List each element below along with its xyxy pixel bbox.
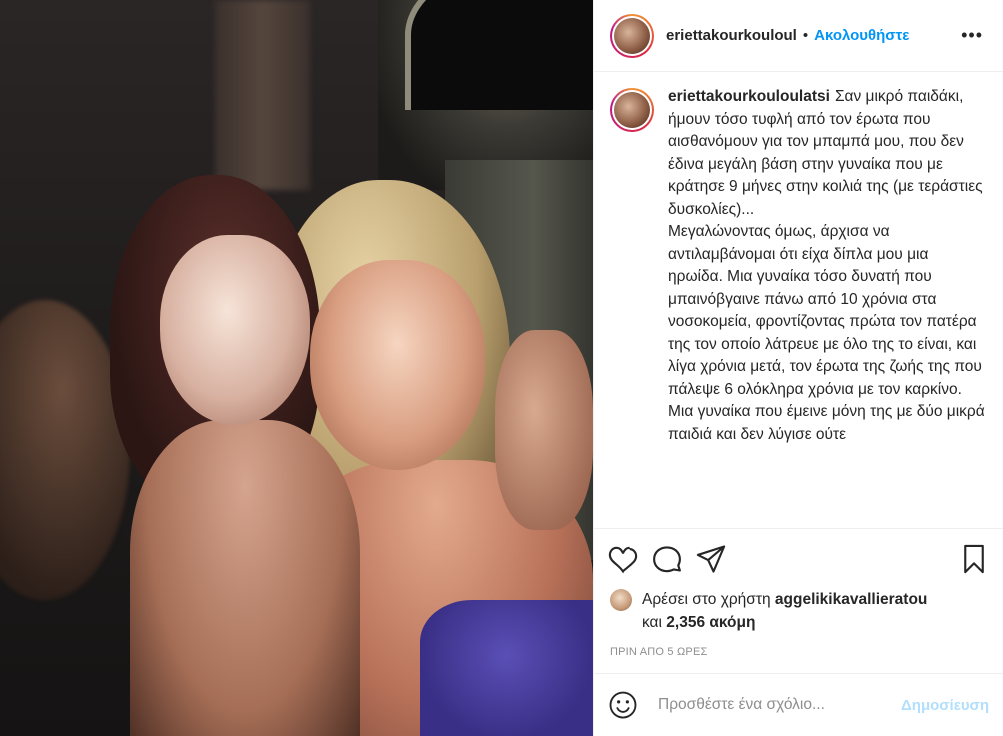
comment-icon[interactable] — [652, 544, 682, 574]
likes-and: και — [642, 614, 662, 631]
photo-woman-left-face — [160, 235, 310, 425]
caption-paragraph-1: Σαν μικρό παιδάκι, ήμουν τόσο τυφλή από … — [668, 88, 983, 218]
photo-purple-top — [420, 600, 593, 736]
photo-hugging-arm — [495, 330, 593, 530]
likes-prefix: Αρέσει στο χρήστη — [642, 591, 771, 608]
photo-woman-right-face — [310, 260, 485, 470]
separator-dot: • — [802, 27, 809, 44]
author-avatar[interactable] — [610, 13, 654, 58]
avatar-image — [614, 17, 650, 54]
liker-avatar[interactable] — [610, 589, 632, 611]
comment-bar: Δημοσίευση — [594, 674, 1003, 736]
photo-background-pillar — [215, 0, 310, 190]
post-timestamp[interactable]: ΠΡΙΝ ΑΠΟ 5 ΩΡΕΣ — [594, 640, 1003, 674]
emoji-icon[interactable] — [608, 690, 638, 720]
liker-username[interactable]: aggelikikavallieratou — [775, 591, 928, 608]
bookmark-icon[interactable] — [959, 544, 989, 574]
caption-text: eriettakourkouloulatsi Σαν μικρό παιδάκι,… — [668, 86, 986, 446]
action-bar — [594, 528, 1003, 588]
caption-username[interactable]: eriettakourkouloulatsi — [668, 88, 830, 105]
avatar-image — [614, 92, 650, 128]
photo-woman-left-body — [130, 420, 360, 736]
post-photo[interactable] — [0, 0, 593, 736]
caption-paragraph-2: Μεγαλώνοντας όμως, άρχισα να αντιλαμβάνο… — [668, 223, 985, 443]
follow-button[interactable]: Ακολουθήστε — [814, 27, 909, 44]
share-icon[interactable] — [696, 544, 726, 574]
likes-summary: Αρέσει στο χρήστη aggelikikavallieratou … — [594, 588, 1003, 640]
likes-text: Αρέσει στο χρήστη aggelikikavallieratou … — [642, 588, 927, 634]
caption-author-avatar[interactable] — [610, 88, 654, 132]
author-username[interactable]: eriettakourkouloul — [666, 27, 797, 44]
more-options-button[interactable]: ••• — [957, 25, 987, 46]
photo-window-arch — [405, 0, 593, 110]
heart-icon[interactable] — [608, 544, 638, 574]
instagram-post: eriettakourkouloul • Ακολουθήστε ••• eri… — [0, 0, 1003, 736]
post-header: eriettakourkouloul • Ακολουθήστε ••• — [594, 0, 1003, 72]
comment-input[interactable] — [656, 695, 901, 715]
likes-others-count[interactable]: 2,356 ακόμη — [666, 614, 755, 631]
caption: eriettakourkouloulatsi Σαν μικρό παιδάκι,… — [610, 88, 987, 446]
publish-button[interactable]: Δημοσίευση — [901, 697, 989, 714]
caption-scroll-area[interactable]: eriettakourkouloulatsi Σαν μικρό παιδάκι,… — [594, 72, 1003, 528]
post-side-panel: eriettakourkouloul • Ακολουθήστε ••• eri… — [593, 0, 1003, 736]
